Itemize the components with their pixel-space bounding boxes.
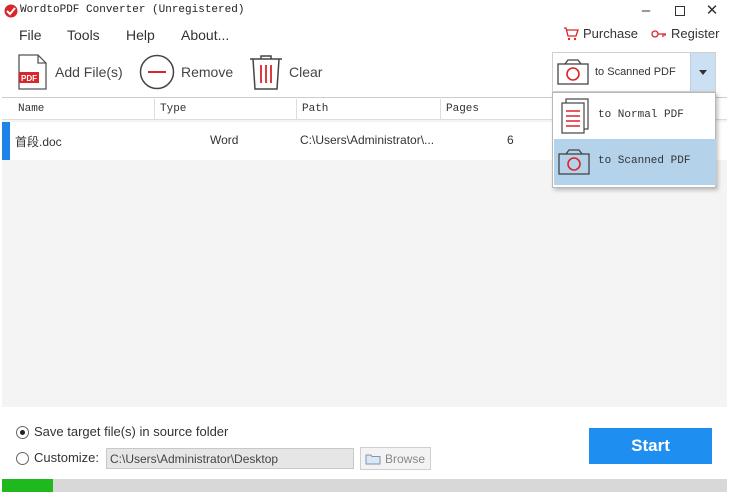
camera-icon	[557, 59, 589, 85]
title-bar: WordtoPDF Converter (Unregistered) – ✕	[0, 0, 729, 22]
progress-bar	[2, 479, 727, 492]
document-icon	[561, 98, 589, 134]
column-pages[interactable]: Pages	[446, 103, 479, 115]
close-icon[interactable]: ✕	[697, 2, 727, 20]
cell-type: Word	[210, 133, 239, 147]
cell-name: 首段.doc	[15, 135, 62, 149]
menu-tools[interactable]: Tools	[67, 27, 100, 43]
convert-mode-dropdown: to Normal PDF to Scanned PDF	[552, 92, 716, 188]
source-folder-label[interactable]: Save target file(s) in source folder	[34, 424, 228, 439]
window-title: WordtoPDF Converter (Unregistered)	[20, 4, 245, 16]
add-files-button[interactable]: PDF Add File(s)	[17, 53, 123, 91]
purchase-link[interactable]: Purchase	[563, 26, 638, 41]
customize-label[interactable]: Customize:	[34, 450, 99, 465]
purchase-label: Purchase	[583, 26, 638, 41]
column-divider[interactable]	[154, 99, 155, 119]
row-selection-marker	[2, 122, 10, 160]
maximize-icon[interactable]	[665, 2, 695, 20]
svg-text:PDF: PDF	[21, 74, 37, 83]
option-normal-pdf[interactable]: to Normal PDF	[554, 93, 716, 139]
folder-icon	[365, 454, 381, 464]
app-logo-icon	[4, 4, 18, 18]
column-name[interactable]: Name	[18, 103, 44, 115]
clear-label: Clear	[289, 64, 323, 80]
minus-circle-icon	[139, 54, 175, 90]
register-label: Register	[671, 26, 720, 41]
add-files-label: Add File(s)	[55, 64, 123, 80]
minimize-icon[interactable]: –	[631, 2, 661, 20]
option-normal-pdf-label: to Normal PDF	[598, 109, 684, 121]
start-button[interactable]: Start	[589, 428, 712, 464]
option-scanned-pdf[interactable]: to Scanned PDF	[554, 139, 716, 185]
pdf-file-icon: PDF	[18, 54, 47, 90]
customize-radio[interactable]	[16, 452, 29, 465]
convert-mode-select[interactable]: to Scanned PDF	[552, 52, 716, 92]
browse-label: Browse	[385, 451, 426, 466]
column-divider[interactable]	[440, 99, 441, 119]
cell-path: C:\Users\Administrator\...	[300, 133, 435, 147]
key-icon	[651, 29, 666, 38]
source-folder-radio[interactable]	[16, 426, 29, 439]
menu-file[interactable]: File	[19, 27, 42, 43]
column-divider[interactable]	[296, 99, 297, 119]
column-path[interactable]: Path	[302, 103, 328, 115]
menu-about[interactable]: About...	[181, 27, 229, 43]
register-link[interactable]: Register	[651, 26, 719, 41]
convert-mode-label: to Scanned PDF	[595, 66, 676, 78]
trash-icon	[250, 55, 282, 90]
cart-icon	[564, 26, 579, 40]
output-path-field[interactable]: C:\Users\Administrator\Desktop	[106, 448, 354, 469]
column-type[interactable]: Type	[160, 103, 186, 115]
progress-fill	[2, 479, 53, 492]
remove-button[interactable]: Remove	[139, 53, 233, 91]
cell-pages: 6	[507, 133, 514, 147]
browse-button[interactable]: Browse	[360, 447, 431, 470]
menu-help[interactable]: Help	[126, 27, 155, 43]
remove-label: Remove	[181, 64, 234, 80]
clear-button[interactable]: Clear	[249, 53, 322, 91]
option-scanned-pdf-label: to Scanned PDF	[598, 155, 691, 167]
camera-icon	[558, 149, 590, 175]
chevron-down-icon[interactable]	[690, 53, 715, 91]
